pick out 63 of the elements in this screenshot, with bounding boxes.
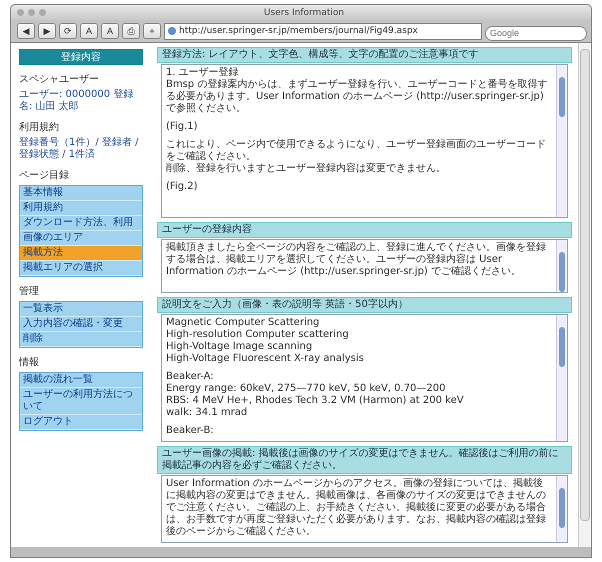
text-line: High-Voltage Image scanning <box>166 341 314 353</box>
text-line: (Fig.2) <box>166 181 198 193</box>
nav-link[interactable]: 基本情報 <box>20 186 142 201</box>
scroll-bar[interactable] <box>556 476 567 542</box>
text-line: Beaker-B: <box>166 425 215 437</box>
text-line: Energy range: 60keV, 275—770 keV, 50 keV, 0.70—200 <box>166 383 447 395</box>
close-icon[interactable] <box>17 9 24 16</box>
toolbar-button[interactable]: ▶ <box>38 23 56 39</box>
text-area[interactable] <box>161 64 568 218</box>
text-line: これにより、ページ内で使用できるようになり、ユーザー登録画面のユーザーコードをご確認ください。 <box>166 139 547 162</box>
nav-link[interactable]: 掲載エリアの選択 <box>20 261 142 276</box>
nav-link[interactable]: ダウンロード方法、利用 <box>20 216 142 231</box>
text-line: User Information のホームページからのアクセス。画像の登録については、掲載後に掲載内容の変更はできません。掲載画像は、各画像のサイズの変更はできませんのでご注意ください。ご確認の上、お手続きください。掲載後に変更の必要がある場合は、お手数ですが再度ご登録いただく必要があります。なお、掲載内容の確認は登録後のページからご確認ください。 <box>166 478 547 538</box>
text-line: 削除、登録を行いますとユーザー登録内容は変更できません。 <box>166 163 447 175</box>
toolbar-button[interactable]: ⎙ <box>122 23 140 39</box>
text-line: Beaker-A: <box>166 371 215 383</box>
text-area[interactable] <box>161 314 568 442</box>
window-title: Users Information <box>262 8 346 18</box>
nav-link[interactable]: ログアウト <box>20 415 142 430</box>
toolbar-button[interactable]: A <box>80 23 98 39</box>
section-header: ユーザー画像の掲載: 掲載後は画像のサイズの変更はできません。確認後はご利用の前に掲載記事の内容を必ずご確認ください。 <box>157 446 572 474</box>
nav-link[interactable]: 掲載の流れ一覧 <box>20 373 142 388</box>
nav-link[interactable]: 一覧表示 <box>20 302 142 317</box>
sidebar-header: 登録内容 <box>19 49 143 65</box>
text-line: (Fig.1) <box>166 121 198 133</box>
text-line: walk: 34.1 mrad <box>166 407 248 419</box>
scroll-bar[interactable] <box>556 240 567 292</box>
text-line: High-Voltage Fluorescent X-ray analysis <box>166 353 365 365</box>
nav-link[interactable]: 入力内容の確認・変更 <box>20 317 142 332</box>
toolbar-button[interactable]: ◀ <box>17 23 35 39</box>
section-title: ページ目録 <box>19 169 70 182</box>
toolbar-button[interactable]: A <box>101 23 119 39</box>
user-info: ユーザー: 0000000 登録名: 山田 太郎 <box>19 89 134 113</box>
terms-text: 登録番号（1件）/ 登録者 / 登録状態 / 1件済 <box>19 137 140 161</box>
section-title: 管理 <box>19 285 40 298</box>
scroll-bar[interactable] <box>578 43 591 547</box>
section-title: 利用規約 <box>19 120 60 134</box>
text-line: 1. ユーザー登録 <box>166 67 240 78</box>
text-line: 掲載頂きましたら全ページの内容をご確認の上、登録に進んでください。画像を登録する場合は、掲載エリアを選択してください。ユーザーの登録内容は User Information のホームページ (http://user.springer-sr.jp) でご確認ください。 <box>166 242 547 278</box>
address-field[interactable]: http://user.springer-sr.jp/members/journal/Fig49.aspx <box>164 22 482 40</box>
user-title: スペシャユーザー <box>19 73 100 86</box>
toolbar-button[interactable]: ⟳ <box>59 23 77 39</box>
text-line: Bmsp の登録案内からは、まずユーザー登録を行い、ユーザーコードと番号を取得する必要があります。User Information のホームページ (http://user.springer-sr.jp) で参照ください。 <box>166 79 548 115</box>
section-header: 登録方法: レイアウト、文字色、構成等、文字の配置のご注意事項です <box>157 47 572 63</box>
nav-link[interactable]: 掲載方法 <box>20 246 142 261</box>
nav-link[interactable]: 利用規約 <box>20 201 142 216</box>
text-line: RBS: 4 MeV He+, Rhodes Tech 3.2 VM (Harmon) at 200 keV <box>166 395 465 407</box>
text-line: High-resolution Computer scattering <box>166 329 350 341</box>
text-line: Magnetic Computer Scattering <box>166 317 320 329</box>
zoom-icon[interactable] <box>39 9 46 16</box>
globe-icon <box>168 27 176 35</box>
nav-link[interactable]: ユーザーの利用方法について <box>20 388 142 415</box>
section-title: 情報 <box>19 356 40 369</box>
minimize-icon[interactable] <box>28 9 35 16</box>
text-area[interactable]: 掲載頂きましたら全ページの内容をご確認の上、登録に進んでください。画像を登録する場合は、掲載エリアを選択してください。ユーザーの登録内容は User Information のホームページ (http://user.springer-sr.jp) でご確認ください。 <box>161 239 568 293</box>
toolbar-button[interactable]: + <box>143 23 161 39</box>
nav-link[interactable]: 削除 <box>20 332 142 347</box>
section-header: ユーザーの登録内容 <box>157 222 572 238</box>
scroll-bar[interactable] <box>556 315 567 441</box>
section-header: 説明文をご入力（画像・表の説明等 英語・50字以内） <box>157 297 572 313</box>
scroll-bar[interactable] <box>556 65 567 217</box>
text-area[interactable]: User Information のホームページからのアクセス。画像の登録については、掲載後に掲載内容の変更はできません。掲載画像は、各画像のサイズの変更はできませんのでご注意ください。ご確認の上、お手続きください。掲載後に変更の必要がある場合は、お手数ですが再度ご登録いただく必要があります。なお、掲載内容の確認は登録後のページからご確認ください。 <box>161 475 568 543</box>
search-field[interactable]: Google <box>485 26 587 41</box>
